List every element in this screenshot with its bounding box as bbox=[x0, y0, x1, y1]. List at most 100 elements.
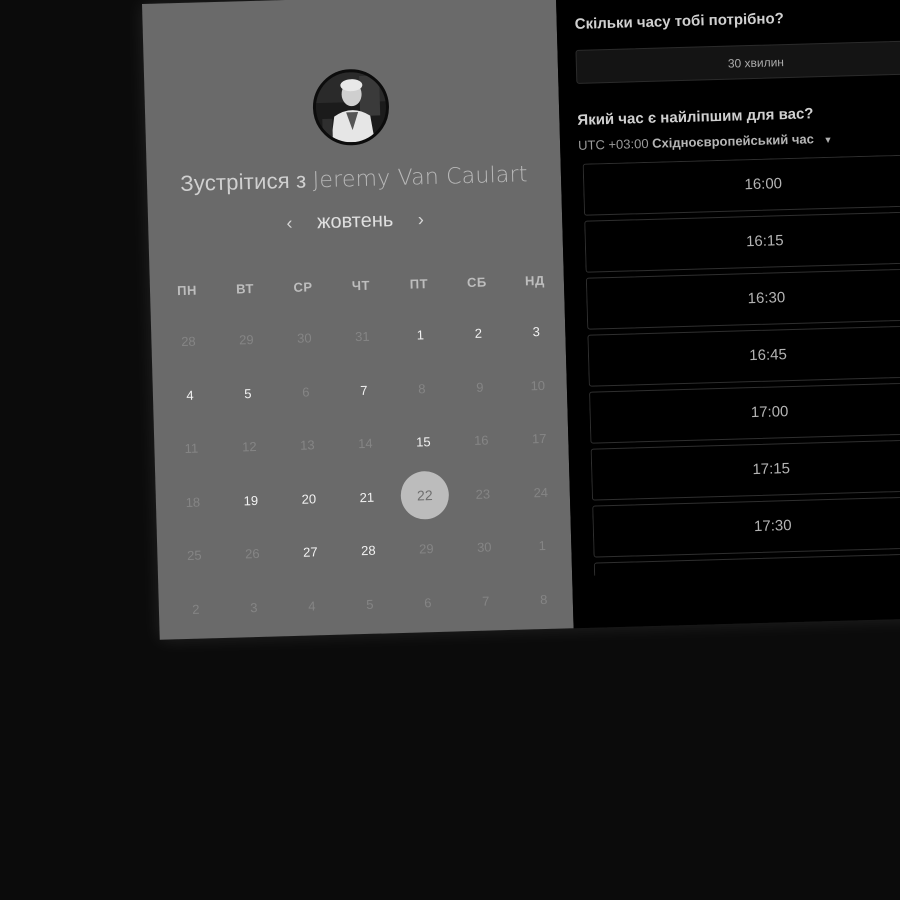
calendar-day-number: 9 bbox=[475, 379, 484, 395]
calendar-day: 29 bbox=[217, 332, 275, 349]
calendar-day: 1 bbox=[513, 537, 571, 554]
time-slot-button[interactable]: 16:45 bbox=[587, 324, 900, 387]
calendar-day-number: 30 bbox=[476, 539, 492, 556]
calendar-day[interactable]: 2 bbox=[449, 325, 507, 342]
calendar-day-number: 3 bbox=[250, 599, 258, 615]
calendar-day[interactable]: 5 bbox=[219, 385, 277, 402]
calendar-day-number: 28 bbox=[360, 542, 376, 559]
time-slot-button[interactable]: 17:15 bbox=[590, 438, 900, 501]
calendar-day: 13 bbox=[278, 437, 336, 454]
time-slot-list: 16:00 16:15 16:30 16:45 17:00 17:15 17:30 bbox=[582, 153, 900, 576]
time-slot-button[interactable]: 16:00 bbox=[582, 153, 900, 216]
time-slot-button[interactable]: 17:30 bbox=[592, 495, 900, 558]
calendar-day-number: 6 bbox=[423, 594, 432, 611]
calendar-day-number: 27 bbox=[302, 544, 318, 560]
month-label: жовтень bbox=[316, 209, 394, 234]
calendar-day-selected[interactable]: 22 bbox=[395, 470, 454, 521]
calendar-day: 5 bbox=[341, 596, 399, 613]
calendar-day[interactable]: 4 bbox=[161, 387, 219, 404]
weekday-label: СР bbox=[293, 278, 313, 295]
calendar-day: 7 bbox=[457, 593, 515, 610]
time-slot-button[interactable]: 17:00 bbox=[588, 381, 900, 444]
calendar-day[interactable]: 19 bbox=[222, 492, 280, 509]
calendar-day-number: 18 bbox=[185, 494, 201, 510]
calendar-day: 11 bbox=[162, 440, 220, 457]
calendar-day[interactable]: 7 bbox=[335, 382, 393, 399]
duration-select[interactable]: 30 хвилин bbox=[575, 39, 900, 84]
calendar-day-number: 12 bbox=[241, 439, 257, 455]
calendar-day-number: 23 bbox=[475, 486, 491, 502]
calendar-day-number: 11 bbox=[184, 440, 199, 457]
calendar-day-number: 7 bbox=[360, 382, 368, 398]
calendar-day: 28 bbox=[159, 333, 217, 350]
calendar-day-number: 14 bbox=[357, 435, 373, 452]
calendar-day-number: 8 bbox=[418, 380, 426, 397]
calendar-day-number: 2 bbox=[192, 601, 200, 617]
calendar-day-number: 1 bbox=[416, 327, 425, 343]
calendar-day: 16 bbox=[452, 432, 510, 449]
calendar-day[interactable]: 15 bbox=[394, 434, 452, 451]
timezone-name: Східноєвропейський час bbox=[651, 131, 815, 151]
calendar-day-number: 4 bbox=[186, 387, 194, 403]
calendar-panel: Зустрітися з Jeremy Van Caulart ‹ жовтен… bbox=[142, 0, 574, 640]
calendar-day-number: 6 bbox=[302, 384, 310, 400]
calendar-day[interactable]: 20 bbox=[280, 490, 338, 507]
calendar-day[interactable]: 3 bbox=[507, 324, 565, 341]
calendar-week: 2 3 4 5 6 7 8 bbox=[166, 572, 573, 637]
title-prefix: Зустрітися з bbox=[179, 167, 307, 196]
time-slot-button[interactable]: 16:30 bbox=[585, 267, 900, 330]
calendar-day-number: 26 bbox=[244, 546, 260, 562]
calendar-day: 2 bbox=[167, 601, 225, 618]
calendar-day-number: 4 bbox=[308, 598, 316, 614]
calendar-day[interactable]: 1 bbox=[391, 327, 449, 344]
calendar-day: 9 bbox=[451, 379, 509, 396]
calendar-day-number: 30 bbox=[296, 330, 312, 347]
calendar-day[interactable]: 28 bbox=[339, 542, 397, 559]
calendar-day: 12 bbox=[220, 439, 278, 456]
calendar-day: 29 bbox=[397, 541, 455, 558]
calendar-day: 30 bbox=[455, 539, 513, 556]
calendar-day: 6 bbox=[399, 594, 457, 611]
time-question: Який час є найліпшим для вас? bbox=[577, 105, 814, 129]
page-background: Зустрітися з Jeremy Van Caulart ‹ жовтен… bbox=[0, 0, 900, 900]
weekday-label: ВТ bbox=[235, 280, 255, 296]
scheduler-widget: Зустрітися з Jeremy Van Caulart ‹ жовтен… bbox=[142, 0, 900, 640]
chevron-right-icon[interactable]: › bbox=[407, 209, 436, 231]
calendar-day: 14 bbox=[336, 435, 394, 452]
calendar-grid: ПН ВТ СР ЧТ ПТ СБ НД 28 29 30 31 1 2 3 4 5 6 7 8 9 10 11 12 13 1… bbox=[157, 254, 573, 636]
calendar-day-number: 2 bbox=[474, 325, 483, 342]
calendar-day-number: 22 bbox=[400, 470, 450, 521]
calendar-day-number: 5 bbox=[366, 596, 374, 612]
calendar-day: 8 bbox=[393, 380, 451, 397]
calendar-day: 10 bbox=[509, 377, 567, 394]
calendar-day: 17 bbox=[510, 431, 568, 448]
caret-down-icon: ▼ bbox=[823, 134, 833, 145]
timezone-offset: UTC +03:00 bbox=[577, 135, 649, 153]
calendar-day-number: 16 bbox=[473, 432, 489, 449]
calendar-day: 25 bbox=[165, 547, 223, 564]
calendar-day-number: 13 bbox=[299, 437, 315, 454]
calendar-day-number: 21 bbox=[359, 489, 375, 505]
calendar-day-number: 15 bbox=[415, 434, 431, 450]
chevron-left-icon[interactable]: ‹ bbox=[275, 213, 304, 235]
calendar-day-number: 20 bbox=[301, 491, 317, 507]
calendar-day-number: 31 bbox=[354, 329, 370, 345]
calendar-day-number: 5 bbox=[244, 385, 252, 402]
weekday-label: ЧТ bbox=[351, 277, 371, 293]
duration-question: Скільки часу тобі потрібно? bbox=[574, 10, 785, 33]
calendar-day[interactable]: 21 bbox=[338, 489, 396, 506]
calendar-day-number: 24 bbox=[533, 484, 549, 501]
host-avatar bbox=[311, 68, 391, 147]
calendar-day-number: 28 bbox=[181, 333, 196, 350]
weekday-label: НД bbox=[524, 272, 545, 288]
weekday-label: ПН bbox=[176, 282, 198, 298]
weekday-label: СБ bbox=[466, 273, 487, 290]
calendar-day-number: 17 bbox=[531, 431, 547, 447]
time-slot-button[interactable]: 16:15 bbox=[584, 210, 900, 273]
timezone-select[interactable]: UTC +03:00 Східноєвропейський час ▼ bbox=[578, 131, 833, 153]
meeting-title: Зустрітися з Jeremy Van Caulart bbox=[147, 160, 562, 198]
host-name: Jeremy Van Caulart bbox=[312, 162, 528, 194]
calendar-day[interactable]: 27 bbox=[281, 544, 339, 561]
calendar-day-number: 7 bbox=[481, 593, 490, 609]
calendar-day-number: 1 bbox=[538, 538, 547, 554]
